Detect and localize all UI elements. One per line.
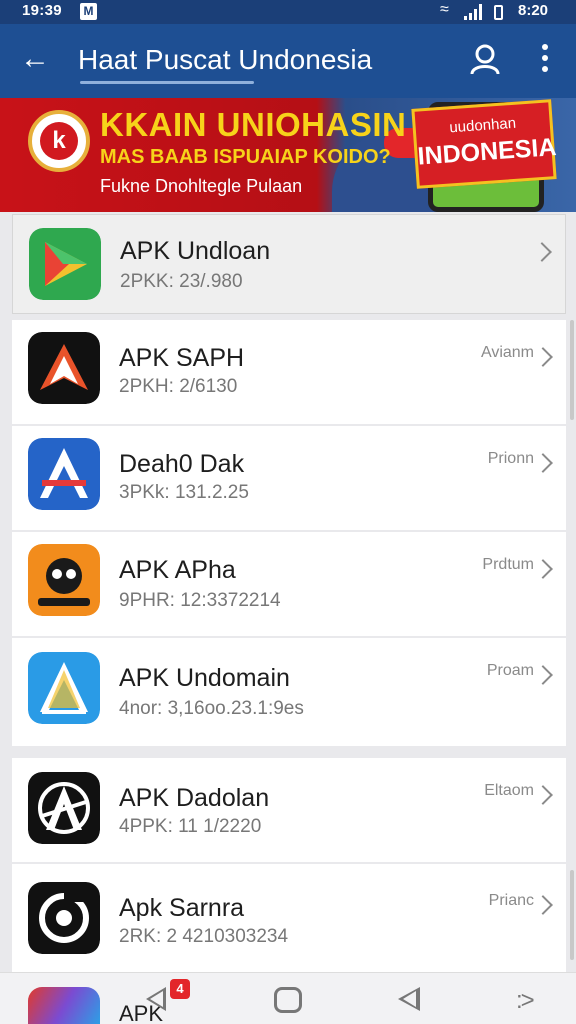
app-detail: 3PKk: 131.2.25 [119,482,249,503]
app-icon-deah [28,438,100,510]
status-time: 19:39 [22,2,62,19]
app-action-label[interactable]: Prionn [488,450,534,468]
app-icon-apha [28,544,100,616]
banner-headline: KKAIN UNIOHASIN [100,106,407,143]
banner-subheadline: MAS BAAB ISPUAIAP KOIDO? [100,146,391,168]
account-icon[interactable] [468,42,502,76]
app-name: Deah0 Dak [119,450,245,478]
banner-badge: uudonhan INDONESIA [411,99,558,189]
navigation-bar: APK 4 :> [0,972,576,1024]
app-name: APK SAPH [119,344,245,372]
app-icon-sarnra [28,882,100,954]
chevron-right-icon [533,665,553,685]
app-name: APK Undloan [120,237,271,265]
app-detail: 2RK: 2 4210303234 [119,926,289,947]
page-title: Haat Puscat Undonesia [78,44,373,75]
peek-app-icon [28,987,100,1024]
signal-icon [464,4,482,20]
app-action-label[interactable]: Proam [487,662,534,680]
chevron-right-icon [533,785,553,805]
app-detail: 4nor: 3,16oo.23.1:9es [119,698,304,719]
list-item[interactable]: APK APha 9PHR: 12:3372214 Prdtum [12,532,566,636]
more-options-icon[interactable] [538,44,552,76]
app-name: APK Dadolan [119,784,270,812]
status-time-right: 8:20 [518,2,549,19]
notification-badge: 4 [170,979,190,999]
nav-recent-icon[interactable]: :> [516,987,535,1015]
chevron-right-icon [533,559,553,579]
app-detail: 4PPK: 11 1/2220 [119,816,262,837]
banner-logo: k [28,110,90,172]
battery-icon [494,5,503,20]
app-detail: 2PKK: 23/.980 [120,271,243,292]
status-bar: 19:39 M ≈ 8:20 [0,0,576,24]
list-item[interactable]: APK Undloan 2PKK: 23/.980 [12,214,566,314]
app-name: Apk Sarnra [119,894,245,922]
app-action-label[interactable]: Prianc [489,892,534,910]
banner-tagline: Fukne Dnohltegle Pulaan [100,176,303,196]
app-icon-saph [28,332,100,404]
app-detail: 2PKH: 2/6130 [119,376,238,397]
app-detail: 9PHR: 12:3372214 [119,590,281,611]
title-underline [80,81,254,84]
nav-triangle-icon[interactable] [398,987,420,1011]
app-icon-undomain [28,652,100,724]
app-action-label[interactable]: Eltaom [484,782,534,800]
app-action-label[interactable]: Avianm [481,344,534,362]
promo-banner[interactable]: k KKAIN UNIOHASIN MAS BAAB ISPUAIAP KOID… [0,98,576,212]
nav-back-icon[interactable] [146,987,166,1011]
app-name: APK Undomain [119,664,290,692]
play-store-icon [29,228,101,300]
app-icon-dadolan [28,772,100,844]
scrollbar[interactable] [570,320,574,420]
notification-icon: M [80,3,97,20]
list-item[interactable]: APK SAPH 2PKH: 2/6130 Avianm [12,320,566,424]
back-arrow-icon[interactable]: ← [20,42,50,76]
list-item[interactable]: APK Dadolan 4PPK: 11 1/2220 Eltaom [12,758,566,862]
list-item[interactable]: APK Undomain 4nor: 3,16oo.23.1:9es Proam [12,638,566,746]
app-bar: ← Haat Puscat Undonesia [0,24,576,98]
wifi-icon: ≈ [440,1,449,18]
chevron-right-icon [533,453,553,473]
chevron-right-icon [533,895,553,915]
scrollbar-lower[interactable] [570,870,574,960]
chevron-right-icon [533,347,553,367]
list-item[interactable]: Apk Sarnra 2RK: 2 4210303234 Prianc [12,864,566,972]
nav-home-icon[interactable] [274,987,302,1013]
app-action-label[interactable]: Prdtum [482,556,534,574]
list-item[interactable]: Deah0 Dak 3PKk: 131.2.25 Prionn [12,426,566,530]
banner-badge-line2: INDONESIA [416,132,558,171]
chevron-right-icon [532,242,552,262]
app-name: APK APha [119,556,236,584]
